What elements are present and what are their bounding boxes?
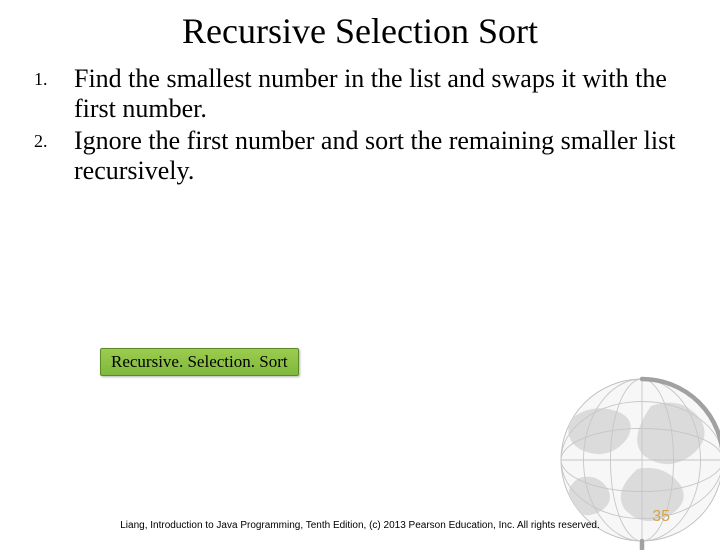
list-text: Find the smallest number in the list and… <box>74 64 692 124</box>
list-text: Ignore the first number and sort the rem… <box>74 126 692 186</box>
list-item: 2. Ignore the first number and sort the … <box>28 126 692 186</box>
code-link-button[interactable]: Recursive. Selection. Sort <box>100 348 299 376</box>
numbered-list: 1. Find the smallest number in the list … <box>0 64 720 186</box>
list-marker: 1. <box>28 64 74 94</box>
list-item: 1. Find the smallest number in the list … <box>28 64 692 124</box>
footer-text: Liang, Introduction to Java Programming,… <box>0 520 720 532</box>
page-number: 35 <box>652 508 670 526</box>
list-marker: 2. <box>28 126 74 156</box>
slide-title: Recursive Selection Sort <box>0 0 720 64</box>
